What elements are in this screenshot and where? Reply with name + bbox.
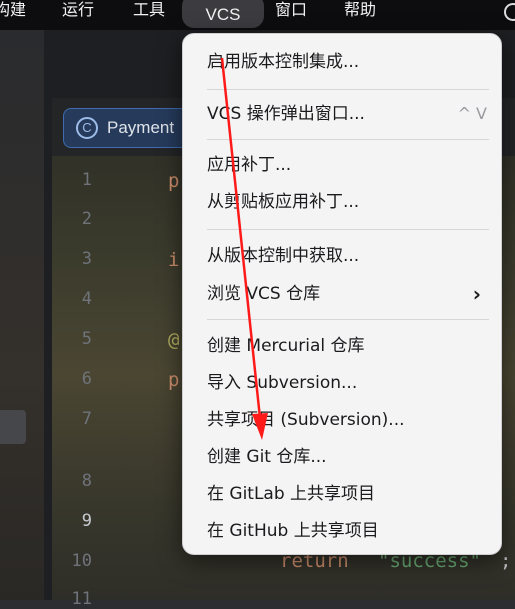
menu-help[interactable]: 帮助 xyxy=(344,0,376,30)
code-token: @ xyxy=(168,329,180,351)
status-icon[interactable] xyxy=(504,3,515,21)
menu-item-apply-patch[interactable]: 应用补丁... xyxy=(207,150,487,180)
menu-separator xyxy=(207,89,489,90)
chevron-right-icon: › xyxy=(472,282,481,306)
menu-vcs[interactable]: VCS xyxy=(182,0,264,28)
line-number: 1 xyxy=(81,170,92,190)
menu-item-share-github[interactable]: 在 GitHub 上共享项目 xyxy=(207,516,487,546)
menu-window[interactable]: 窗口 xyxy=(275,0,307,30)
menu-item-apply-patch-clipboard[interactable]: 从剪贴板应用补丁... xyxy=(207,187,487,217)
menu-item-enable-vcs[interactable]: 启用版本控制集成... xyxy=(207,47,487,77)
line-number: 4 xyxy=(81,289,92,309)
menu-item-vcs-popup[interactable]: VCS 操作弹出窗口... ^ V xyxy=(207,99,487,129)
menu-separator xyxy=(207,229,489,230)
line-number-current: 9 xyxy=(81,511,92,531)
menu-separator xyxy=(207,319,489,320)
menu-item-create-mercurial[interactable]: 创建 Mercurial 仓库 xyxy=(207,331,487,361)
class-icon: C xyxy=(76,117,98,139)
line-number: 7 xyxy=(81,409,92,429)
shortcut-hint: ^ V xyxy=(457,104,487,123)
code-token: p xyxy=(168,170,180,192)
line-number: 8 xyxy=(81,471,92,491)
line-number: 2 xyxy=(81,209,92,229)
selected-project-node[interactable] xyxy=(0,410,26,444)
menu-tools[interactable]: 工具 xyxy=(133,0,165,30)
menu-build[interactable]: 构建 xyxy=(0,0,26,30)
menu-item-share-gitlab[interactable]: 在 GitLab 上共享项目 xyxy=(207,479,487,509)
vcs-dropdown-menu: 启用版本控制集成... VCS 操作弹出窗口... ^ V 应用补丁... 从剪… xyxy=(182,33,502,555)
code-semicolon: ; xyxy=(500,550,512,572)
menu-item-import-subversion[interactable]: 导入 Subversion... xyxy=(207,368,487,398)
menu-item-get-from-vcs[interactable]: 从版本控制中获取... xyxy=(207,241,487,271)
line-number: 6 xyxy=(81,369,92,389)
menu-run[interactable]: 运行 xyxy=(62,0,94,30)
menu-item-browse-vcs-repo[interactable]: 浏览 VCS 仓库 › xyxy=(207,279,487,309)
menu-item-create-git[interactable]: 创建 Git 仓库... xyxy=(207,442,487,472)
code-token: i xyxy=(168,249,180,271)
line-number: 5 xyxy=(81,329,92,349)
menu-item-share-subversion[interactable]: 共享项目 (Subversion)... xyxy=(207,405,487,435)
line-number: 11 xyxy=(71,589,92,609)
line-number: 3 xyxy=(81,249,92,269)
line-number: 10 xyxy=(71,551,92,571)
menu-separator xyxy=(207,139,489,140)
app-menu-bar: 构建 运行 工具 VCS 窗口 帮助 xyxy=(0,0,515,30)
code-token: p xyxy=(168,369,180,391)
editor-tab-label: Payment xyxy=(107,118,175,137)
project-panel xyxy=(0,30,44,600)
